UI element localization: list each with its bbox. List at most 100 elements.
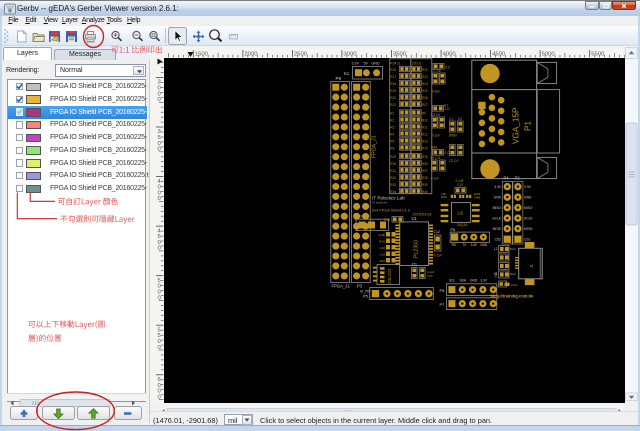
svg-text:2000: 2000: [244, 52, 258, 58]
svg-text:CS2: CS2: [495, 238, 502, 242]
svg-text:BLM: BLM: [510, 247, 516, 251]
svg-text:C19: C19: [427, 274, 433, 278]
svg-text:P2: P2: [515, 176, 521, 181]
svg-text:5000: 5000: [542, 52, 556, 58]
svg-text:R32: R32: [390, 176, 396, 180]
svg-text:5n4 FPGA Shield V1.0: 5n4 FPGA Shield V1.0: [372, 209, 410, 213]
svg-text:220 Ω: 220 Ω: [412, 62, 422, 66]
svg-text:R30: R30: [390, 162, 396, 166]
svg-text:PL2303: PL2303: [414, 240, 420, 258]
svg-text:5500: 5500: [591, 52, 605, 58]
svg-text:J1: J1: [530, 264, 534, 268]
svg-text:VGA_15P: VGA_15P: [512, 107, 521, 144]
svg-text:0.1uF: 0.1uF: [431, 177, 439, 181]
svg-text:10k: 10k: [441, 192, 446, 196]
svg-text:FPGA_J1: FPGA_J1: [372, 135, 378, 158]
svg-text:0.1uF: 0.1uF: [434, 254, 442, 258]
svg-text:C13: C13: [457, 183, 463, 187]
svg-text:P7: P7: [440, 302, 446, 307]
svg-text:1500: 1500: [195, 52, 209, 58]
svg-text:GND: GND: [372, 62, 380, 66]
svg-text:To build the: To build the: [372, 201, 388, 205]
svg-text:R7: R7: [444, 104, 448, 108]
svg-text:L2: L2: [494, 247, 498, 251]
svg-text:R42: R42: [379, 259, 385, 263]
svg-text:SCLK: SCLK: [492, 217, 501, 221]
svg-text:25Q16: 25Q16: [457, 223, 468, 227]
svg-text:R4: R4: [390, 133, 394, 137]
svg-text:0.1uF: 0.1uF: [432, 134, 440, 138]
svg-text:R26: R26: [422, 96, 428, 100]
svg-text:GND: GND: [524, 196, 532, 200]
svg-text:R17: R17: [390, 75, 396, 79]
svg-text:5V: 5V: [364, 62, 369, 66]
svg-text:R40: R40: [422, 190, 428, 194]
svg-text:P1: P1: [524, 121, 533, 131]
svg-text:C12: C12: [434, 230, 440, 234]
svg-text:R13: R13: [422, 140, 428, 144]
svg-text:MISO: MISO: [493, 206, 502, 210]
svg-text:R23: R23: [422, 75, 428, 79]
svg-text:C9 C11: C9 C11: [430, 156, 441, 160]
svg-text:C7 C8: C7 C8: [432, 69, 441, 73]
svg-text:R36: R36: [422, 162, 428, 166]
svg-text:TX: TX: [462, 243, 467, 247]
svg-text:R25: R25: [422, 89, 428, 93]
svg-text:RA0: RA0: [379, 240, 385, 244]
svg-text:R35: R35: [422, 155, 428, 159]
svg-text:GND: GND: [470, 279, 478, 283]
svg-text:FPGA_J1: FPGA_J1: [332, 284, 351, 289]
svg-text:SCLK: SCLK: [524, 217, 533, 221]
svg-text:R27: R27: [422, 103, 428, 107]
svg-text:R16: R16: [390, 68, 396, 72]
svg-text:C16: C16: [379, 253, 385, 257]
svg-text:4500: 4500: [492, 52, 506, 58]
svg-text:0 Ω: 0 Ω: [445, 66, 451, 70]
svg-text:P5: P5: [363, 294, 369, 299]
svg-text:RX: RX: [452, 243, 457, 247]
svg-text:U1: U1: [412, 216, 418, 221]
svg-text:R14: R14: [422, 147, 428, 151]
svg-text:R12: R12: [422, 133, 428, 137]
svg-text:R18: R18: [390, 82, 396, 86]
svg-text:R33: R33: [390, 183, 396, 187]
svg-text:GND: GND: [480, 243, 488, 247]
svg-text:R48: R48: [384, 218, 390, 222]
svg-text:10uF: 10uF: [511, 283, 518, 287]
svg-text:3.3V: 3.3V: [481, 279, 488, 283]
svg-text:220k: 220k: [378, 233, 385, 237]
svg-text:220k: 220k: [356, 215, 363, 219]
svg-text:C2: C2: [458, 117, 462, 121]
svg-text:R10: R10: [422, 119, 428, 123]
svg-text:K1: K1: [344, 71, 350, 76]
svg-text:C1: C1: [449, 117, 453, 121]
svg-text:R29: R29: [390, 155, 396, 159]
svg-text:R24: R24: [422, 82, 428, 86]
svg-text:R9: R9: [422, 112, 426, 116]
svg-text:blog.ittraining.com.tw: blog.ittraining.com.tw: [491, 293, 534, 298]
svg-text:P6: P6: [450, 227, 456, 232]
svg-text:R11: R11: [422, 126, 428, 130]
svg-text:3000: 3000: [343, 52, 357, 58]
svg-text:C18: C18: [379, 246, 385, 250]
svg-text:P8: P8: [440, 288, 446, 293]
svg-text:R34 Ω: R34 Ω: [390, 62, 400, 66]
svg-text:GND: GND: [494, 196, 502, 200]
svg-text:SCL: SCL: [449, 279, 455, 283]
svg-text:R5: R5: [390, 140, 394, 144]
svg-text:2500: 2500: [294, 52, 308, 58]
svg-text:0.3uF: 0.3uF: [432, 90, 440, 94]
svg-text:R34: R34: [390, 190, 396, 194]
svg-text:B9B0: B9B0: [449, 134, 457, 138]
svg-text:R31: R31: [390, 169, 396, 173]
svg-text:R2: R2: [390, 119, 394, 123]
svg-text:R21: R21: [390, 103, 396, 107]
svg-text:R38: R38: [422, 176, 428, 180]
svg-text:3500: 3500: [393, 52, 407, 58]
svg-text:R1: R1: [390, 112, 394, 116]
svg-text:3.3V: 3.3V: [494, 185, 502, 189]
svg-text:3.3V: 3.3V: [471, 243, 478, 247]
svg-text:MISO: MISO: [524, 206, 533, 210]
svg-text:SDA: SDA: [460, 279, 467, 283]
svg-text:P3: P3: [357, 284, 363, 289]
